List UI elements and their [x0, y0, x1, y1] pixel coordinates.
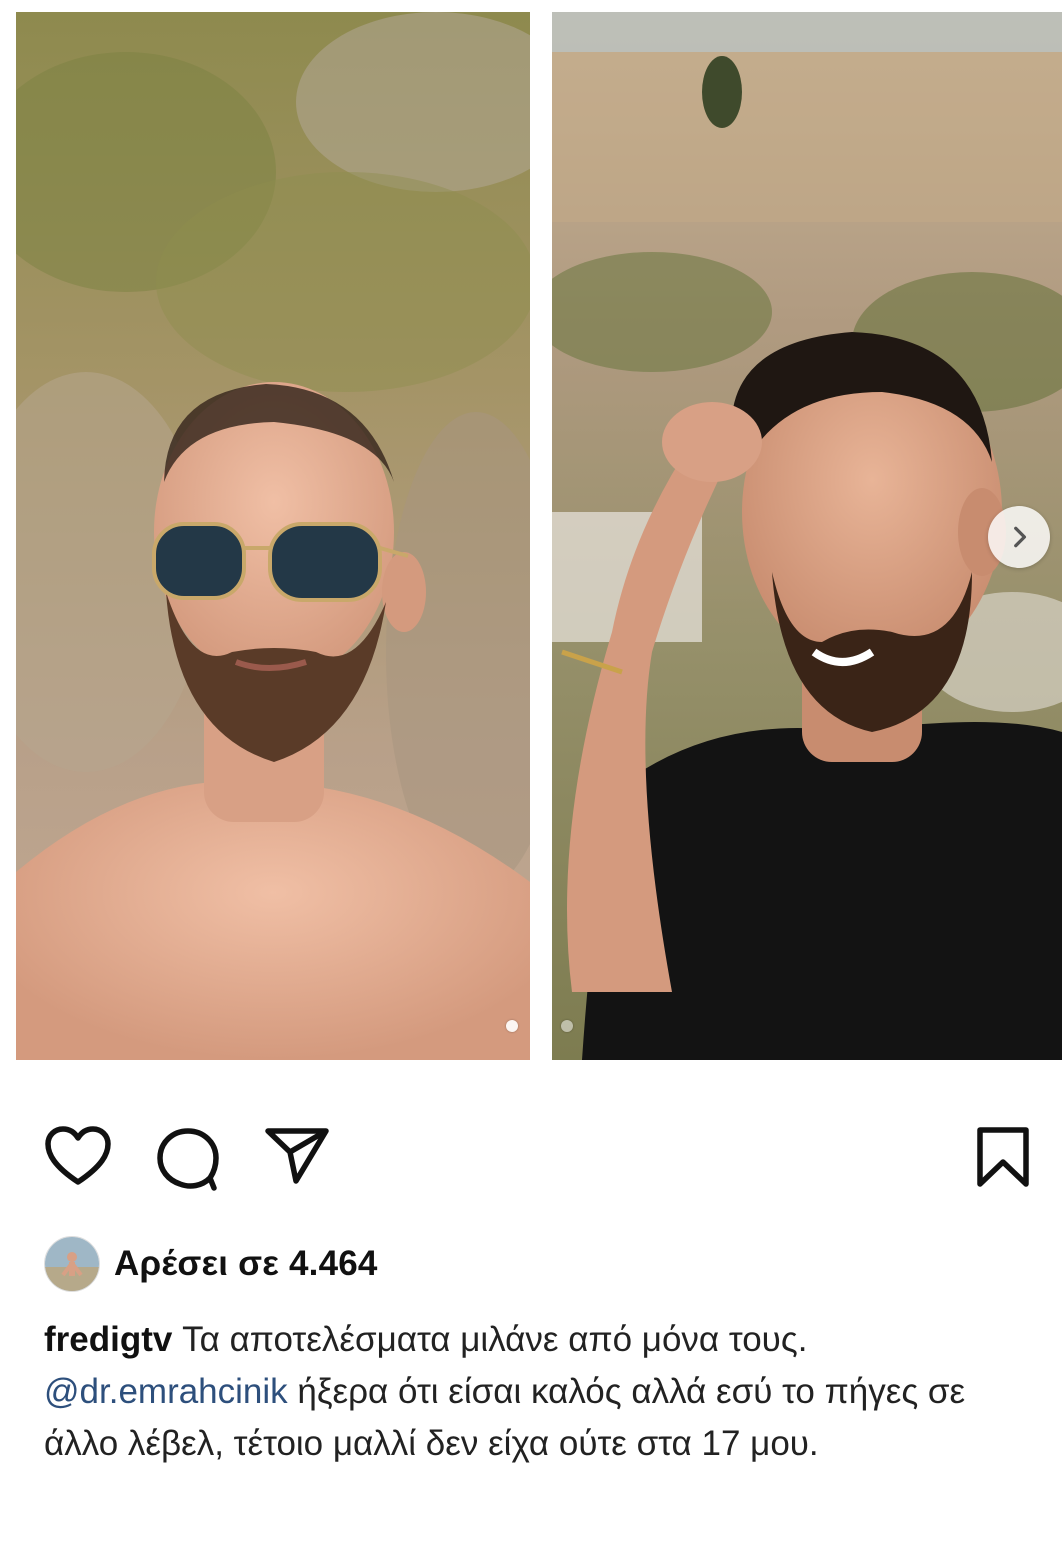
comment-icon	[157, 1128, 219, 1191]
like-button[interactable]	[44, 1126, 112, 1193]
before-photo	[16, 12, 530, 1060]
caption-text-line1: Τα αποτελέσματα μιλάνε από μόνα τους.	[172, 1320, 808, 1359]
post-carousel[interactable]	[0, 0, 1062, 1064]
caption-username[interactable]: fredigtv	[44, 1320, 172, 1359]
chevron-right-icon	[1014, 526, 1027, 548]
carousel-next-button[interactable]	[988, 506, 1050, 568]
likes-count[interactable]: Αρέσει σε 4.464	[114, 1244, 378, 1284]
carousel-slide-after	[552, 12, 1062, 1060]
caption-mention-link[interactable]: @dr.emrahcinik	[44, 1372, 288, 1411]
save-button[interactable]	[974, 1126, 1032, 1193]
liker-avatar-image	[45, 1237, 99, 1291]
heart-icon	[45, 1126, 111, 1185]
post-caption: fredigtv Τα αποτελέσματα μιλάνε από μόνα…	[44, 1314, 1044, 1470]
comment-button[interactable]	[154, 1126, 222, 1197]
bookmark-icon	[977, 1127, 1029, 1187]
likes-summary[interactable]: Αρέσει σε 4.464	[44, 1236, 378, 1292]
share-button[interactable]	[264, 1126, 330, 1191]
carousel-slide-before	[16, 12, 530, 1060]
after-photo	[552, 12, 1062, 1060]
carousel-indicator-dot	[561, 1020, 573, 1032]
paper-plane-icon	[265, 1128, 329, 1184]
post-action-bar	[0, 1120, 1062, 1200]
carousel-indicator-dot	[506, 1020, 518, 1032]
avatar[interactable]	[44, 1236, 100, 1292]
